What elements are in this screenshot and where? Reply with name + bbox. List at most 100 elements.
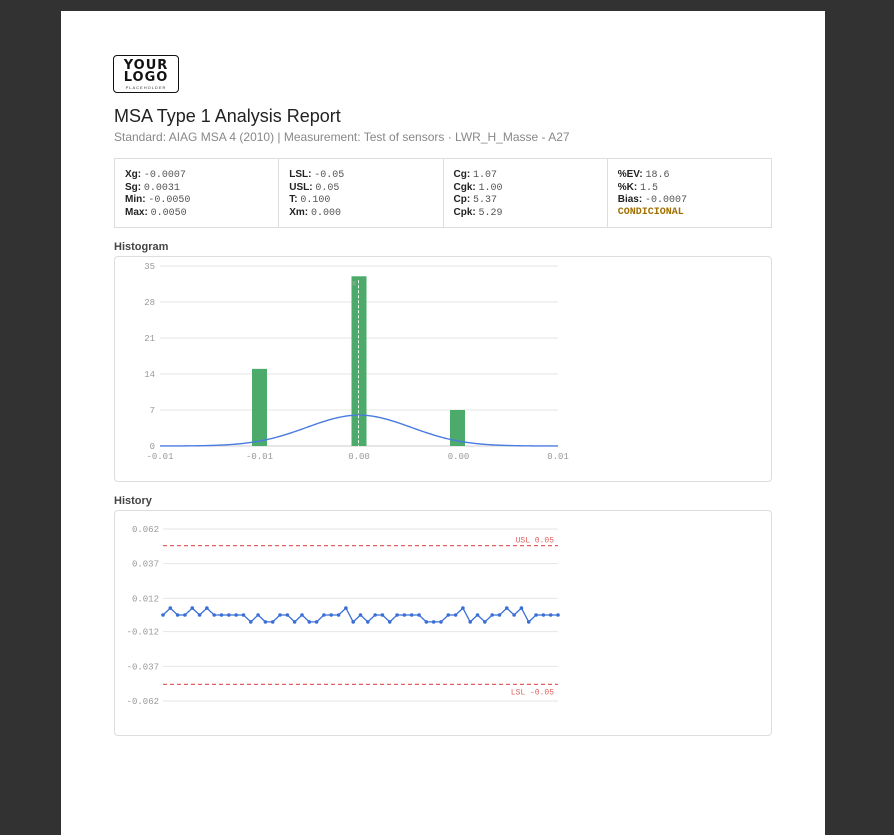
stat-row: Bias: -0.0007 (618, 194, 771, 207)
stat-label: LSL: (289, 169, 312, 180)
stat-row: Min: -0.0050 (125, 194, 278, 207)
histogram-chart: 0 7 14 21 28 35 -0.01 -0.01 0.00 0.00 0.01 x (144, 262, 569, 462)
y-tick-label: 35 (144, 262, 155, 272)
history-point (278, 613, 282, 617)
history-point (358, 613, 363, 617)
stat-value: 5.29 (478, 207, 503, 219)
x-tick-label: 0.00 (448, 452, 470, 462)
stat-value: 1.07 (472, 170, 497, 181)
history-point (241, 613, 246, 617)
history-point (322, 613, 326, 617)
y-tick-label: 7 (150, 406, 155, 416)
history-point (256, 613, 260, 617)
histogram-heading: Histogram (114, 241, 169, 253)
history-point (234, 613, 238, 617)
history-point (504, 606, 509, 610)
stat-label: Max: (125, 206, 148, 218)
stats-col-variation: %EV: 18.6 %K: 1.5 Bias: -0.0007 CONDICIONAL (608, 159, 771, 227)
stat-label: USL: (289, 181, 313, 193)
history-point (483, 620, 487, 624)
history-point (344, 606, 348, 610)
history-point (402, 613, 407, 617)
x-tick-label: 0.01 (547, 452, 569, 462)
history-point (190, 606, 195, 610)
histogram-bar (252, 368, 267, 446)
history-heading: History (114, 495, 152, 507)
y-tick-label: 21 (144, 334, 155, 344)
histogram-panel: 0 7 14 21 28 35 -0.01 -0.01 0.00 0.00 0.01 x (114, 256, 772, 482)
history-point (205, 606, 209, 610)
history-point (351, 620, 355, 624)
history-point (395, 613, 399, 617)
stat-value: 1.00 (478, 182, 503, 194)
history-point (431, 620, 436, 624)
history-point (329, 613, 334, 617)
stat-label: %K: (617, 181, 638, 193)
mean-marker: x (352, 279, 357, 288)
history-point (541, 613, 546, 617)
stat-value: 0.05 (315, 182, 340, 194)
x-tick-label: -0.01 (246, 452, 273, 462)
history-point (197, 613, 202, 617)
stats-summary: Xg: -0.0007 Sg: 0.0031 Min: -0.0050 Max: 0.… (114, 158, 772, 228)
y-tick-label: 0.037 (132, 560, 159, 570)
stats-col-capability: Cg: 1.07 Cgk: 1.00 Cp: 5.37 Cpk: 5.29 (444, 159, 608, 227)
stat-value: -0.05 (314, 170, 345, 181)
history-point (373, 613, 377, 617)
stat-label: Bias: (617, 194, 643, 205)
stat-row: Cg: 1.07 (454, 169, 607, 182)
stat-label: Sg: (125, 181, 142, 193)
history-point (285, 613, 290, 617)
stat-row: Xm: 0.000 (289, 207, 442, 220)
stat-value: -0.0007 (143, 170, 186, 181)
verdict-badge: CONDICIONAL (617, 206, 684, 218)
report-page: YOUR LOGO PLACEHOLDER MSA Type 1 Analysi… (61, 11, 825, 835)
stats-col-limits: LSL: -0.05 USL: 0.05 T: 0.100 Xm: 0.000 (279, 159, 444, 227)
stat-row: Max: 0.0050 (125, 207, 278, 220)
logo-line-2: LOGO (123, 70, 169, 85)
history-point (475, 613, 480, 617)
history-point (336, 613, 341, 617)
history-point (219, 613, 224, 617)
stat-label: Cgk: (453, 181, 476, 193)
history-point (556, 613, 560, 617)
stat-row: T: 0.100 (289, 194, 442, 207)
y-tick-label: -0.037 (127, 662, 159, 672)
stat-label: Cg: (453, 169, 471, 180)
stat-row: LSL: -0.05 (289, 169, 442, 182)
logo-placeholder: YOUR LOGO PLACEHOLDER (113, 55, 179, 93)
x-tick-label: -0.01 (146, 452, 173, 462)
stat-label: Xg: (125, 169, 142, 180)
stat-label: Cpk: (453, 206, 476, 218)
stat-label: Cp: (453, 194, 471, 205)
history-point (161, 613, 165, 617)
history-point (307, 620, 312, 624)
history-point (380, 613, 385, 617)
y-tick-label: 14 (144, 370, 155, 380)
y-tick-label: 28 (144, 298, 155, 308)
history-point (183, 613, 187, 617)
history-point (439, 620, 443, 624)
history-point (461, 606, 465, 610)
history-point (270, 620, 275, 624)
stat-label: Min: (125, 194, 146, 205)
history-point (424, 620, 429, 624)
stat-label: %EV: (617, 169, 643, 180)
history-point (366, 620, 370, 624)
history-point (497, 613, 502, 617)
y-tick-label: -0.062 (127, 697, 159, 707)
stat-row: Cp: 5.37 (454, 194, 607, 207)
stat-value: 1.5 (639, 182, 658, 194)
report-title: MSA Type 1 Analysis Report (114, 106, 341, 126)
stat-row: Xg: -0.0007 (125, 169, 278, 182)
history-point (526, 620, 531, 624)
history-point (548, 613, 553, 617)
stat-value: 0.0050 (150, 207, 187, 219)
history-point (409, 613, 414, 617)
y-tick-label: 0.062 (132, 525, 159, 535)
stat-value: 5.37 (472, 195, 497, 206)
history-point (248, 620, 253, 624)
stat-row: Sg: 0.0031 (125, 182, 278, 195)
stat-value: 0.100 (300, 195, 331, 206)
stat-label: Xm: (289, 206, 309, 218)
